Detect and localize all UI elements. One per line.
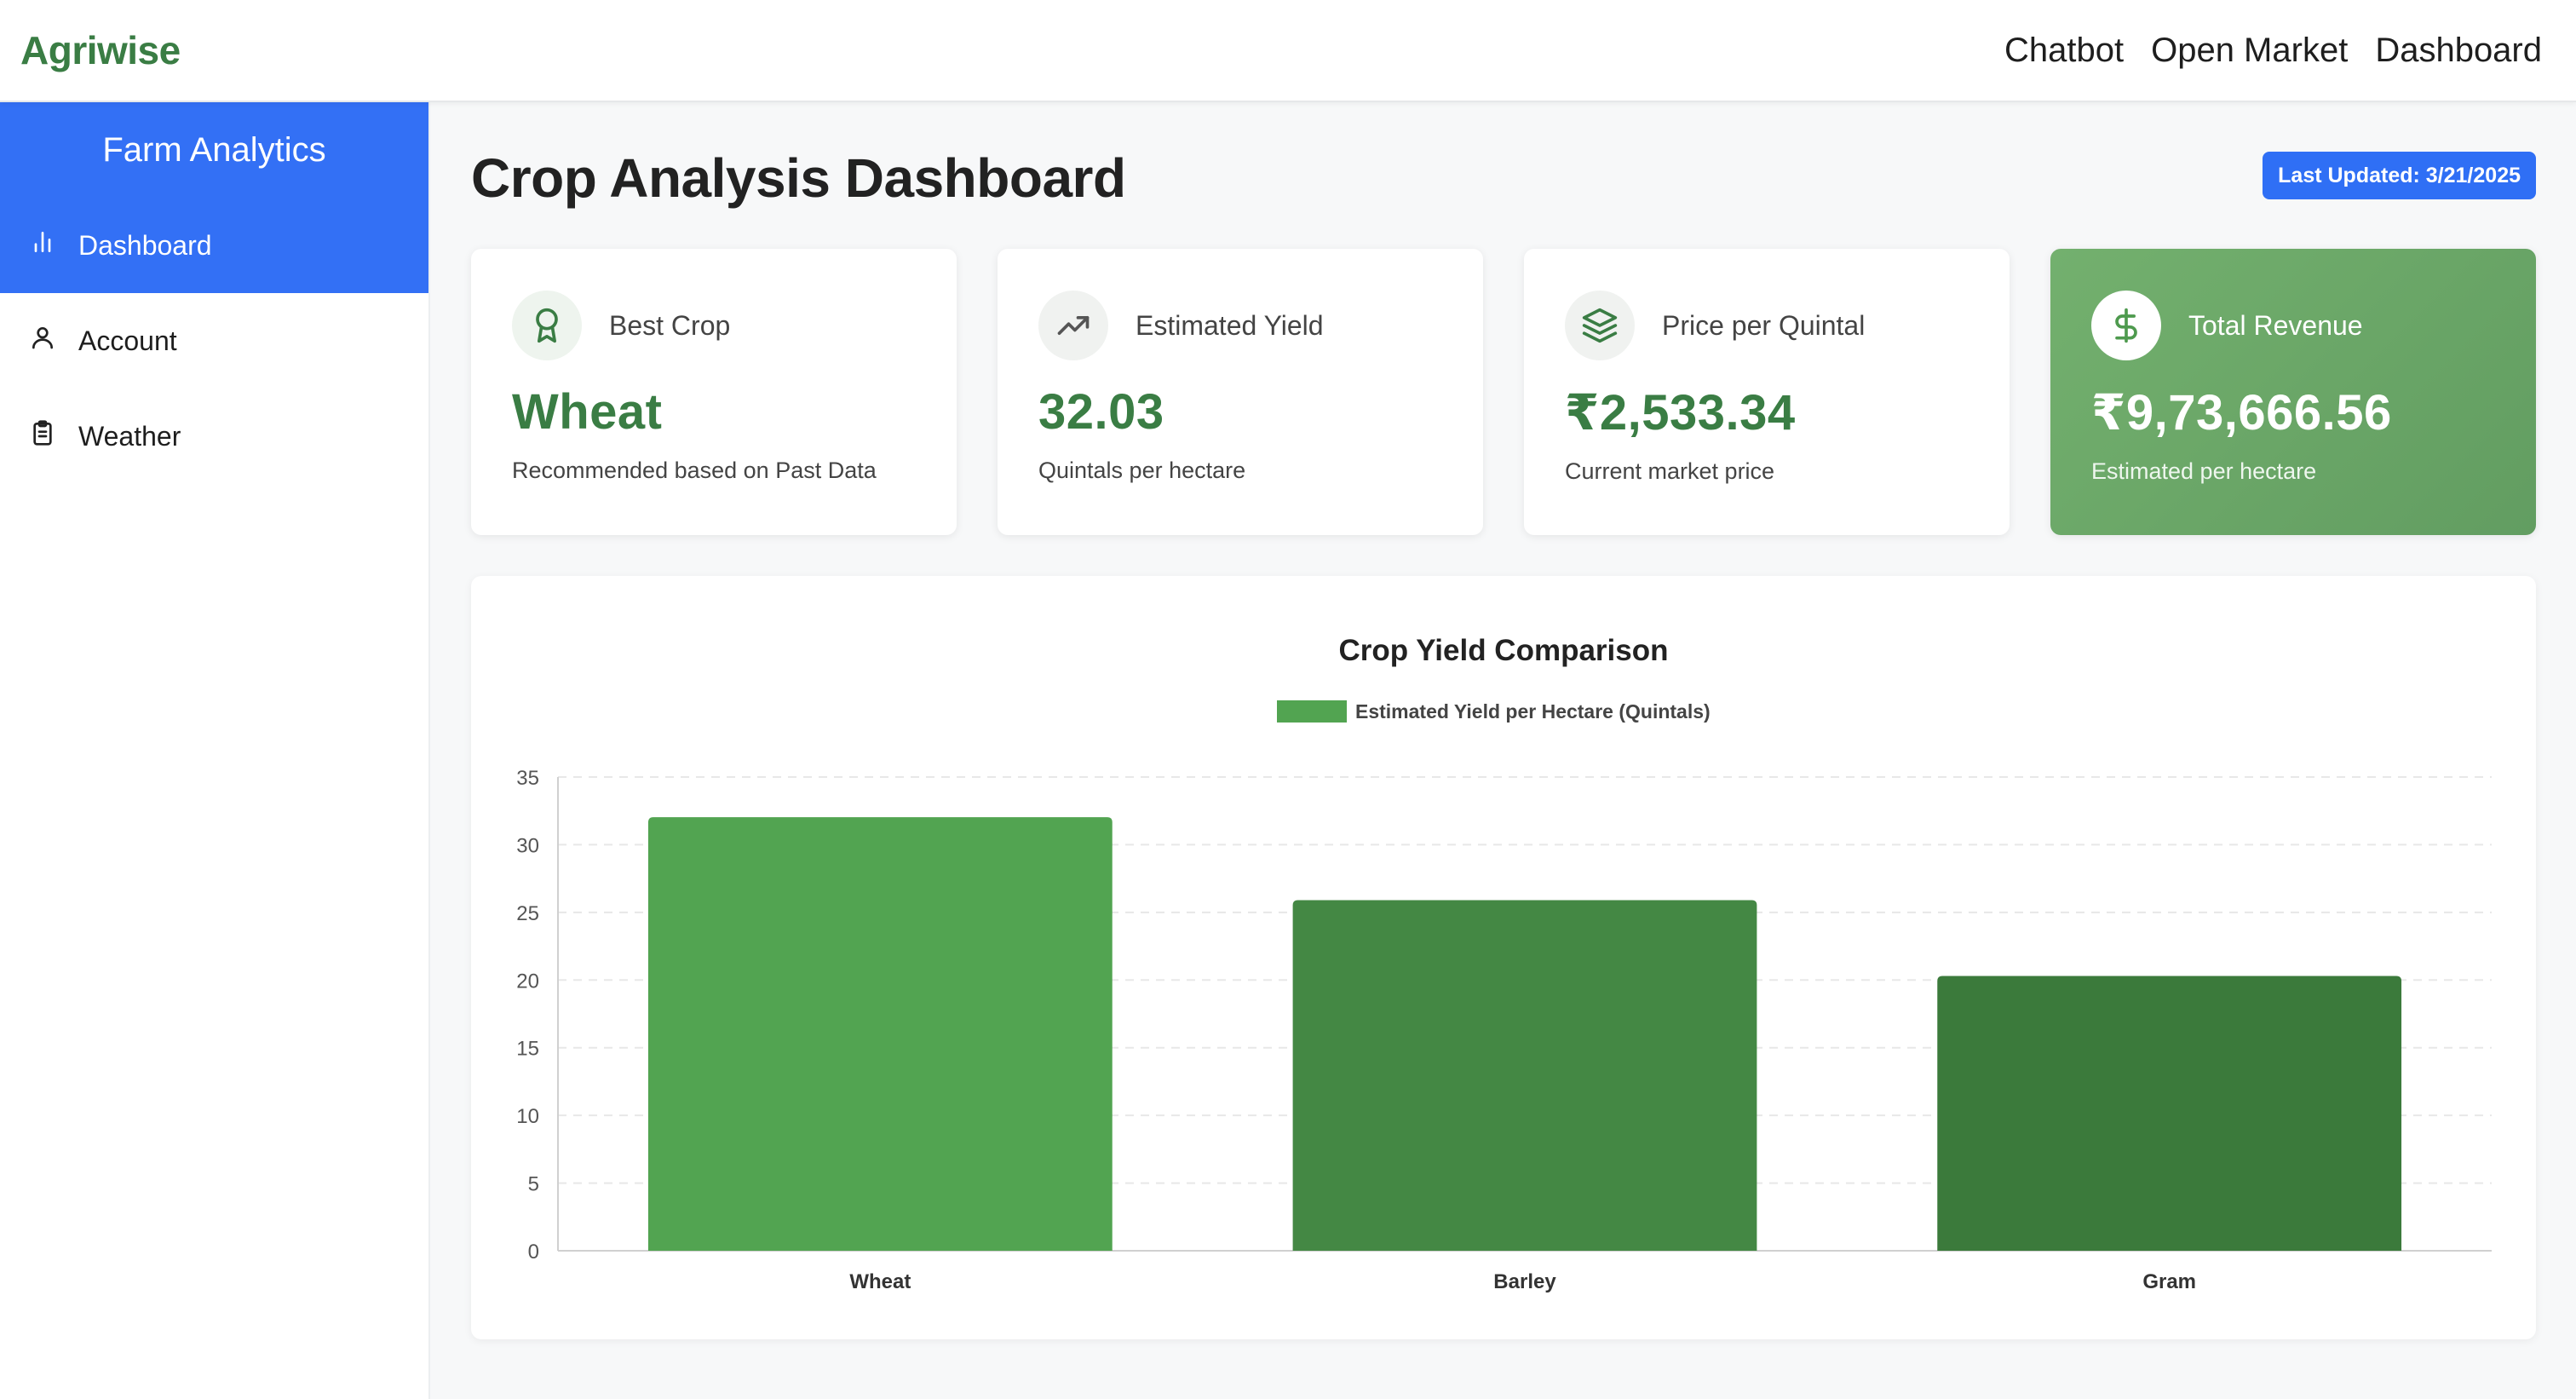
bar-gram — [1937, 976, 2402, 1251]
crop-yield-chart-card: Crop Yield Comparison 0 5 10 15 20 25 30 35 Esti… — [471, 576, 2536, 1339]
card-subtext: Recommended based on Past Data — [512, 458, 877, 483]
y-tick-label: 30 — [516, 834, 539, 857]
sidebar-item-dashboard[interactable]: Dashboard — [0, 198, 428, 293]
y-tick-label: 5 — [528, 1173, 539, 1196]
bar-chart-icon — [29, 228, 56, 262]
sidebar: Farm Analytics Dashboard Account Weather — [0, 102, 430, 1399]
sidebar-item-label: Dashboard — [78, 229, 212, 261]
nav-link-dashboard[interactable]: Dashboard — [2375, 32, 2542, 70]
y-tick-label: 25 — [516, 902, 539, 925]
last-updated-badge: Last Updated: 3/21/2025 — [2263, 152, 2536, 199]
summary-cards: Best Crop Wheat Recommended based on Pas… — [471, 249, 2536, 535]
card-label: Estimated Yield — [1136, 309, 1324, 341]
price-per-quintal-card: Price per Quintal ₹2,533.34 Current mark… — [1524, 249, 2010, 535]
card-label: Total Revenue — [2188, 309, 2363, 341]
card-value: ₹9,73,666.56 — [2091, 385, 2392, 440]
y-tick-label: 20 — [516, 970, 539, 993]
best-crop-card: Best Crop Wheat Recommended based on Pas… — [471, 249, 957, 535]
sidebar-title: Farm Analytics — [102, 130, 326, 169]
sidebar-item-account[interactable]: Account — [0, 293, 428, 389]
card-value: Wheat — [512, 384, 663, 440]
card-value: 32.03 — [1038, 384, 1164, 440]
brand-logo[interactable]: Agriwise — [20, 27, 181, 73]
award-icon — [512, 291, 582, 360]
nav-link-chatbot[interactable]: Chatbot — [2004, 32, 2124, 70]
card-subtext: Quintals per hectare — [1038, 458, 1246, 483]
sidebar-item-label: Weather — [78, 420, 181, 452]
y-tick-label: 15 — [516, 1038, 539, 1061]
user-icon — [29, 324, 56, 358]
card-label: Price per Quintal — [1662, 309, 1866, 341]
total-revenue-card: Total Revenue ₹9,73,666.56 Estimated per… — [2050, 249, 2536, 535]
x-tick-label: Wheat — [849, 1270, 911, 1293]
card-subtext: Current market price — [1565, 458, 1775, 484]
y-tick-label: 10 — [516, 1105, 539, 1128]
bar-barley — [1292, 900, 1757, 1251]
bar-wheat — [647, 817, 1113, 1251]
top-navbar: Agriwise Chatbot Open Market Dashboard — [0, 0, 2576, 102]
nav-link-open-market[interactable]: Open Market — [2151, 32, 2348, 70]
y-tick-label: 35 — [516, 767, 539, 790]
legend-label: Estimated Yield per Hectare (Quintals) — [1355, 700, 1711, 723]
card-label: Best Crop — [609, 309, 731, 341]
top-nav: Chatbot Open Market Dashboard — [2004, 32, 2542, 70]
sidebar-header: Farm Analytics Dashboard — [0, 102, 428, 293]
sidebar-item-label: Account — [78, 325, 177, 356]
estimated-yield-card: Estimated Yield 32.03 Quintals per hecta… — [998, 249, 1483, 535]
sidebar-item-weather[interactable]: Weather — [0, 389, 428, 484]
x-tick-label: Barley — [1493, 1270, 1556, 1293]
y-tick-label: 0 — [528, 1241, 539, 1264]
page-title: Crop Analysis Dashboard — [471, 147, 1126, 209]
clipboard-icon — [29, 419, 56, 453]
legend-swatch — [1277, 700, 1347, 723]
trending-up-icon — [1038, 291, 1108, 360]
crop-yield-bar-chart: 0 5 10 15 20 25 30 35 Estimated Yield per Hectar… — [516, 700, 2492, 1293]
layers-icon — [1565, 291, 1635, 360]
x-tick-label: Gram — [2142, 1270, 2196, 1293]
dollar-icon — [2091, 291, 2161, 360]
card-subtext: Estimated per hectare — [2091, 458, 2317, 484]
card-value: ₹2,533.34 — [1565, 385, 1796, 440]
